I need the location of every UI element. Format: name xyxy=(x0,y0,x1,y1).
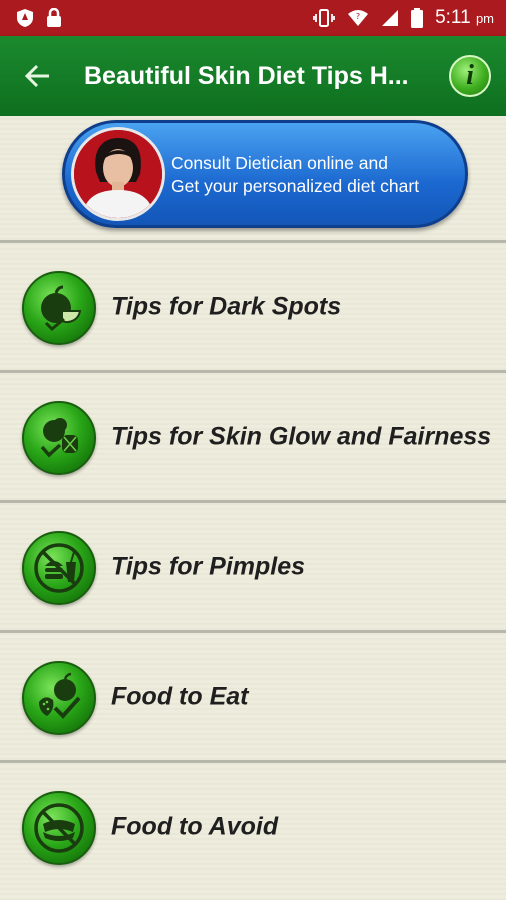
menu-item-food-to-eat[interactable]: Food to Eat xyxy=(0,630,506,760)
wifi-icon: ? xyxy=(347,9,369,27)
banner-area: Consult Dietician online and Get your pe… xyxy=(0,116,506,241)
app-bar: Beautiful Skin Diet Tips H... i xyxy=(0,36,506,116)
menu-item-dark-spots[interactable]: Tips for Dark Spots xyxy=(0,240,506,370)
no-junk-food-icon xyxy=(22,531,96,605)
page-title: Beautiful Skin Diet Tips H... xyxy=(84,61,409,90)
banner-line-1: Consult Dietician online and xyxy=(171,153,388,173)
vegetables-icon xyxy=(22,401,96,475)
main-content: Consult Dietician online and Get your pe… xyxy=(0,116,506,900)
svg-text:?: ? xyxy=(356,12,360,21)
battery-icon xyxy=(411,8,424,28)
menu-item-skin-glow[interactable]: Tips for Skin Glow and Fairness xyxy=(0,370,506,500)
fruits-check-icon xyxy=(22,661,96,735)
info-icon: i xyxy=(449,55,491,97)
menu-item-pimples[interactable]: Tips for Pimples xyxy=(0,500,506,630)
shield-icon xyxy=(16,8,34,28)
banner-line-2: Get your personalized diet chart xyxy=(171,176,420,196)
menu-item-label: Tips for Pimples xyxy=(111,552,306,580)
banner-text: Consult Dietician online and Get your pe… xyxy=(171,152,461,198)
signal-icon xyxy=(381,9,399,27)
menu-item-label: Tips for Dark Spots xyxy=(111,292,342,320)
no-hotdog-icon xyxy=(22,791,96,865)
status-time: 5:11 pm xyxy=(435,7,494,28)
menu-item-food-to-avoid[interactable]: Food to Avoid xyxy=(0,760,506,890)
menu-item-label: Tips for Skin Glow and Fairness xyxy=(111,422,492,450)
info-button[interactable]: i xyxy=(434,36,506,116)
back-button[interactable] xyxy=(0,36,76,116)
menu-list: Tips for Dark Spots Tips for Skin Glow a… xyxy=(0,240,506,890)
apple-lime-icon xyxy=(22,271,96,345)
dietician-avatar xyxy=(71,127,165,221)
lock-icon xyxy=(46,8,62,28)
consult-dietician-banner[interactable]: Consult Dietician online and Get your pe… xyxy=(62,120,468,228)
menu-item-label: Food to Eat xyxy=(111,682,249,710)
menu-item-label: Food to Avoid xyxy=(111,812,279,840)
status-bar: ? 5:11 pm xyxy=(0,0,506,36)
vibrate-icon xyxy=(313,9,335,27)
arrow-back-icon xyxy=(25,64,49,88)
